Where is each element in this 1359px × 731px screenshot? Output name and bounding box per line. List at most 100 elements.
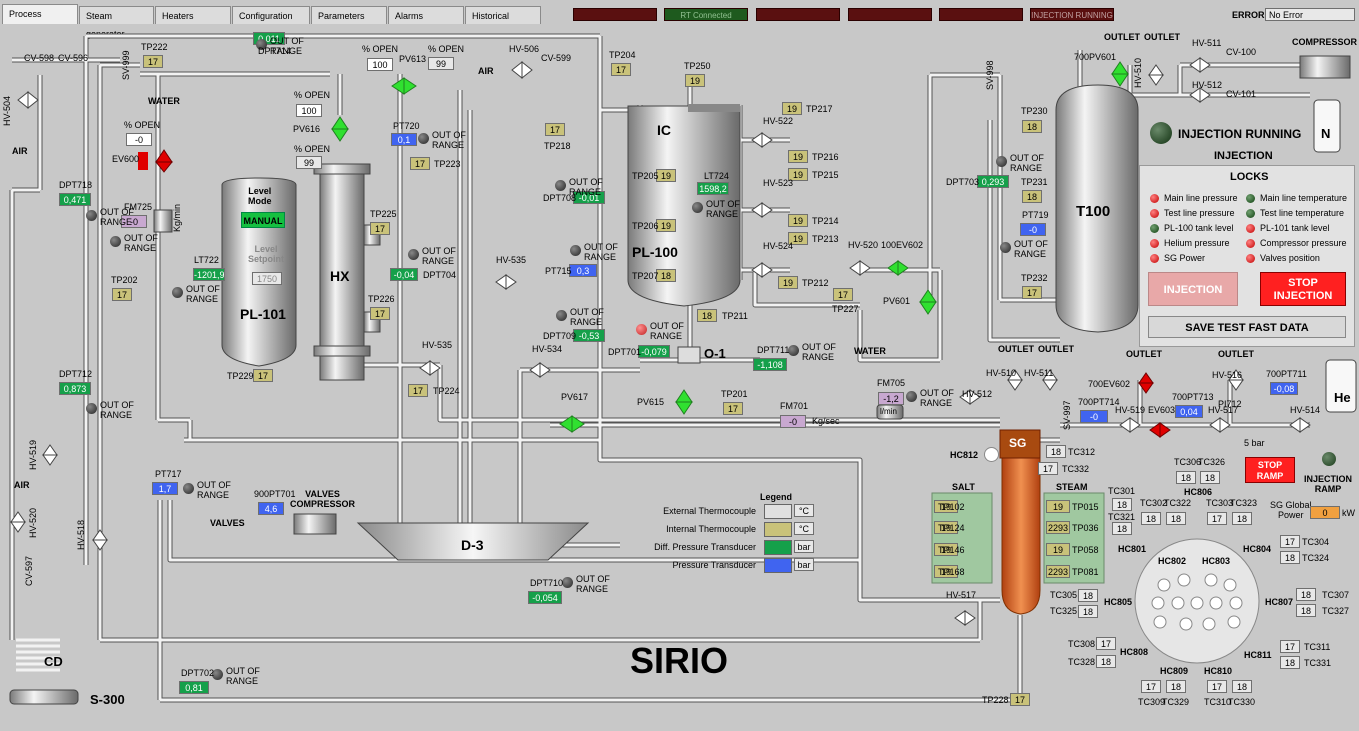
tag-tc309: TC309 xyxy=(1138,697,1166,707)
stop-injection-button[interactable]: STOP INJECTION xyxy=(1260,272,1346,306)
tag-dpt711: DPT711 xyxy=(757,345,790,355)
legend-swatch-2 xyxy=(764,540,792,555)
tag-dpt703: DPT703 xyxy=(946,177,980,187)
readout-tc328: 18 xyxy=(1096,655,1116,668)
readout-tp222: 17 xyxy=(143,55,163,68)
out-of-range-led-8 xyxy=(172,287,183,298)
piping-diagram xyxy=(9,33,1357,705)
kw-unit: kW xyxy=(1342,508,1355,518)
tag-pv613-valve: PV613 xyxy=(399,54,427,64)
tag-dpt718: DPT718 xyxy=(59,180,93,190)
outlet-label-4: OUTLET xyxy=(1038,344,1074,354)
tag-tc304: TC304 xyxy=(1302,537,1330,547)
readout-dpt712: 0,873 xyxy=(59,382,91,395)
readout-dpt701: -0,079 xyxy=(638,345,670,358)
tag-tp226: TP226 xyxy=(368,294,395,304)
valve-tag-19: HV-535 xyxy=(496,255,527,265)
tag-tp058: TP058 xyxy=(1072,545,1099,555)
tag-tc301: TC301 xyxy=(1108,486,1136,496)
readout-tc321: 18 xyxy=(1112,522,1132,535)
readout-fm705: -1,2 xyxy=(878,392,904,405)
readout-tc308: 17 xyxy=(1096,637,1116,650)
process-screen: Process Steam generator Heaters Configur… xyxy=(0,0,1359,731)
lock-label-right-2: PL-101 tank level xyxy=(1260,223,1330,233)
valve-tag-2: HV-504 xyxy=(2,95,12,126)
tag-tp223: TP223 xyxy=(434,159,461,169)
lock-label-left-1: Test line pressure xyxy=(1164,208,1235,218)
out-of-range-label-1: OUT OF RANGE xyxy=(432,130,466,150)
readout-pv616b: 99 xyxy=(296,156,322,169)
readout-lt724: 1598,2 xyxy=(697,182,729,195)
tag-tp218: TP218 xyxy=(544,141,571,151)
readout-pv613[interactable]: 100 xyxy=(367,58,393,71)
readout-tp201: 17 xyxy=(723,402,743,415)
valve-tag-24: HV-512 xyxy=(962,389,993,399)
valve-tag-14: HV-523 xyxy=(763,178,794,188)
readout-tp081: 2293 xyxy=(1046,565,1070,578)
readout-tc324: 18 xyxy=(1280,551,1300,564)
heater-hc810: HC810 xyxy=(1204,666,1233,676)
out-of-range-led-14 xyxy=(562,577,573,588)
readout-dpt704: -0,04 xyxy=(390,268,418,281)
tag-tp205: TP205 xyxy=(632,171,659,181)
pl100-label: PL-100 xyxy=(632,244,678,260)
tag-tc310: TC310 xyxy=(1204,697,1232,707)
tag-ev600-valve: EV600 xyxy=(112,154,140,164)
tag-900pt701: 900PT701 xyxy=(254,489,296,499)
readout-700pt711: -0,08 xyxy=(1270,382,1298,395)
manual-button[interactable]: MANUAL xyxy=(241,212,285,228)
out-of-range-led-17 xyxy=(788,345,799,356)
injection-button[interactable]: INJECTION xyxy=(1148,272,1238,306)
tag-tp036: TP036 xyxy=(1072,523,1099,533)
kgsec-unit: Kg/sec xyxy=(812,416,840,426)
readout-tc301: 18 xyxy=(1112,498,1132,511)
valve-tag-27: 700EV602 xyxy=(1088,379,1131,389)
o1-label: O-1 xyxy=(704,346,726,361)
out-of-range-label-9: OUT OF RANGE xyxy=(570,307,604,327)
tag-tp227: TP227 xyxy=(832,304,859,314)
tag-tc329: TC329 xyxy=(1162,697,1190,707)
tag-fm725: FM725 xyxy=(124,202,153,212)
out-of-range-label-17: OUT OF RANGE xyxy=(802,342,836,362)
legend-label-1: Internal Thermocouple xyxy=(666,524,756,534)
nitrogen-label: N xyxy=(1321,126,1331,141)
injection-title: INJECTION xyxy=(1214,150,1273,162)
level-mode-label: Level Mode xyxy=(248,186,272,206)
stop-ramp-button[interactable]: STOP RAMP xyxy=(1245,457,1295,483)
valve-tag-16: HV-520 xyxy=(848,240,879,250)
save-test-fast-data-button[interactable]: SAVE TEST FAST DATA xyxy=(1148,316,1346,338)
valve-tag-8: CV-100 xyxy=(1226,47,1257,57)
kgmin-unit: Kg/min xyxy=(172,203,182,232)
tag-tp231: TP231 xyxy=(1021,177,1048,187)
out-of-range-led-18 xyxy=(906,391,917,402)
readout-tp227: 17 xyxy=(833,288,853,301)
level-setpoint-field[interactable]: 1750 xyxy=(252,272,282,285)
heater-hc812: HC812 xyxy=(950,450,979,460)
pv613-open-label-2: % OPEN xyxy=(428,44,465,54)
readout-tp228: 17 xyxy=(1010,693,1030,706)
air-label: AIR xyxy=(12,146,28,156)
readout-ev600[interactable]: -0 xyxy=(126,133,152,146)
readout-pv616[interactable]: 100 xyxy=(296,104,322,117)
pv616-open-label: % OPEN xyxy=(294,90,331,100)
heater-hc804: HC804 xyxy=(1243,544,1272,554)
readout-tc330: 18 xyxy=(1232,680,1252,693)
readout-tp205: 19 xyxy=(656,169,676,182)
out-of-range-led-9 xyxy=(556,310,567,321)
valve-tag-26: HV-511 xyxy=(1024,368,1054,378)
readout-tp015: 19 xyxy=(1046,500,1070,513)
tag-tp168: TP168 xyxy=(938,567,965,577)
valve-tag-4: HV-506 xyxy=(509,44,540,54)
readout-pt717: 1,7 xyxy=(152,482,178,495)
tag-pt715: PT715 xyxy=(545,266,572,276)
readout-tc309: 17 xyxy=(1141,680,1161,693)
readout-tc307: 18 xyxy=(1296,588,1316,601)
tag-tp015: TP015 xyxy=(1072,502,1099,512)
tag-tp224: TP224 xyxy=(433,386,460,396)
readout-tc303: 17 xyxy=(1207,512,1227,525)
valve-tag-0: CV-598 xyxy=(24,53,55,63)
readout-dpt702: 0,81 xyxy=(179,681,209,694)
tag-lt722: LT722 xyxy=(194,255,219,265)
readout-tc325: 18 xyxy=(1078,605,1098,618)
lock-label-right-1: Test line temperature xyxy=(1260,208,1345,218)
